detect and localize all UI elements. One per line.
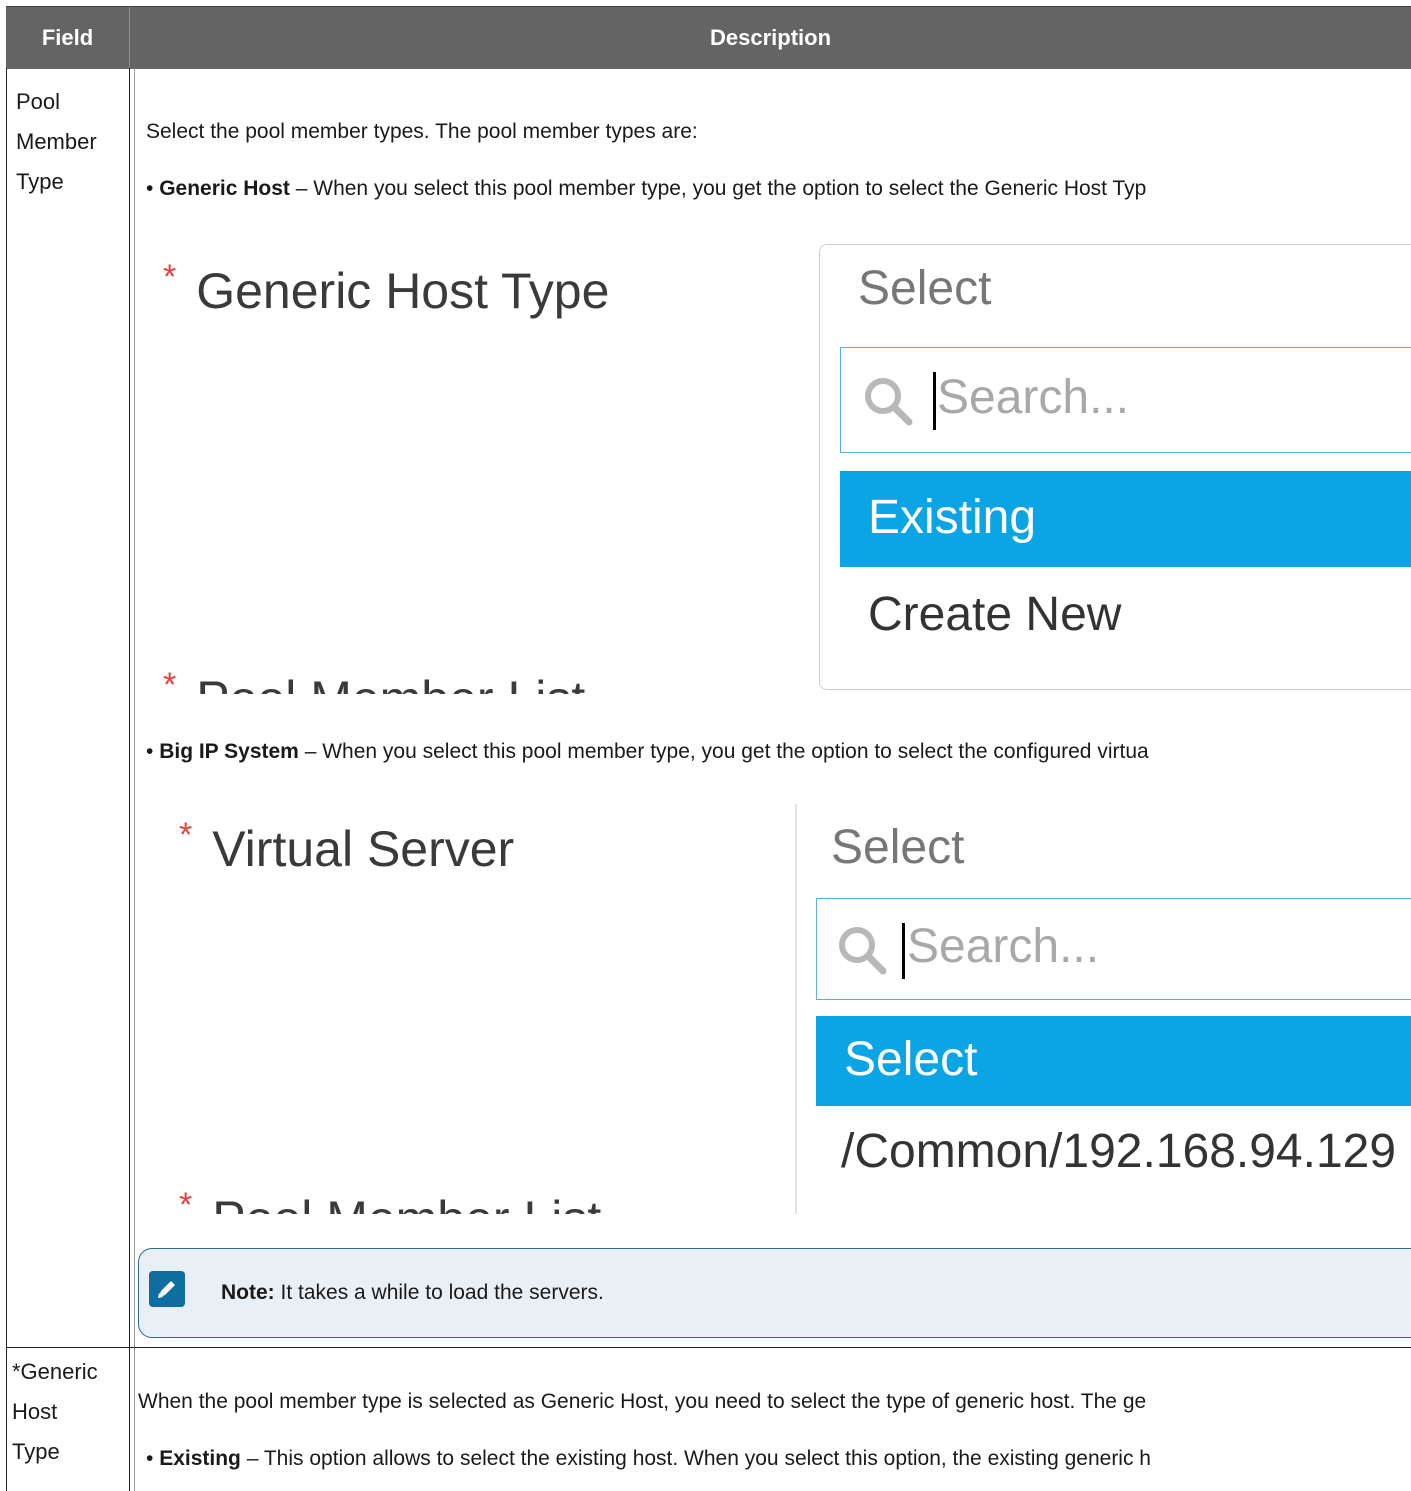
big-ip-text: – When you select this pool member type,… [298,740,1149,763]
bullet-dot: • [146,740,160,763]
header-field: Field [41,25,94,50]
option-common-server[interactable]: /Common/192.168.94.129 [841,1124,1396,1179]
required-star: * [163,666,177,694]
row2-field-line: *Generic [12,1359,98,1384]
required-star: * [163,258,177,296]
big-ip-bullet: • Big IP System – When you select this p… [146,740,1149,764]
text-caret [902,923,905,979]
column-divider-inner [134,68,135,1491]
generic-host-type-dropdown[interactable]: Select Search... Existing Create New [819,244,1411,690]
row2-intro: When the pool member type is selected as… [138,1390,1147,1413]
row1-field: Pool Member Type [16,82,97,202]
row1-intro: Select the pool member types. The pool m… [146,120,698,143]
dropdown-search-field[interactable]: Search... [816,898,1411,1000]
dropdown-search-field[interactable]: Search... [840,347,1411,453]
pencil-note-icon [149,1271,185,1307]
required-star: * [179,1186,193,1214]
column-divider [129,68,130,1491]
bullet-dot: • [146,1447,160,1470]
option-select[interactable]: Select [816,1016,1411,1106]
generic-host-bullet: • Generic Host – When you select this po… [146,177,1146,201]
dropdown-placeholder: Select [831,821,965,874]
pool-member-list-text: Pool Member List [196,671,585,694]
note-body: It takes a while to load the servers. [274,1281,604,1304]
text-caret [933,372,936,430]
existing-term: Existing [159,1447,241,1470]
generic-host-text: – When you select this pool member type,… [289,177,1147,200]
header-description: Description [709,25,832,50]
row1-field-line: Member [16,129,97,154]
row2-field-line: Host [12,1399,58,1424]
search-placeholder: Search... [937,371,1130,424]
big-ip-term: Big IP System [159,740,299,763]
search-icon [865,378,913,426]
virtual-server-label-text: Virtual Server [212,821,515,877]
bullet-dot: • [146,177,160,200]
existing-bullet: • Existing – This option allows to selec… [146,1447,1151,1471]
option-create-new[interactable]: Create New [868,587,1121,642]
row-divider [6,1347,1411,1348]
virtual-server-screenshot: * Virtual Server Select Search... Select … [141,804,1411,1214]
dropdown-placeholder: Select [858,262,992,315]
required-star: * [179,816,193,854]
row2-field: *Generic Host Type [12,1352,98,1472]
search-placeholder: Search... [907,920,1100,973]
generic-host-type-label-text: Generic Host Type [196,263,610,319]
panel-divider [795,804,797,1214]
note-text: Note: It takes a while to load the serve… [221,1249,604,1337]
option-existing[interactable]: Existing [840,471,1411,567]
table-left-border [6,68,7,1491]
pool-member-list-text: Pool Member List [212,1191,601,1214]
pool-member-list-label-cut: * Pool Member List [179,1186,601,1214]
pool-member-list-label-cut: * Pool Member List [163,666,585,694]
row1-field-line: Type [16,169,64,194]
generic-host-term: Generic Host [159,177,290,200]
row2-field-line: Type [12,1439,60,1464]
search-icon [839,927,887,975]
row1-field-line: Pool [16,89,61,114]
generic-host-type-label: * Generic Host Type [163,258,610,320]
note-label: Note: [221,1281,275,1304]
generic-host-screenshot: * Generic Host Type Select Search... Exis… [141,234,1411,694]
field-description-table: Field Description Pool Member Type Selec… [6,6,1411,1491]
note-box: Note: It takes a while to load the serve… [138,1248,1411,1338]
virtual-server-label: * Virtual Server [179,816,515,878]
existing-text: – This option allows to select the exist… [240,1447,1151,1470]
table-header: Field Description [6,6,1411,69]
